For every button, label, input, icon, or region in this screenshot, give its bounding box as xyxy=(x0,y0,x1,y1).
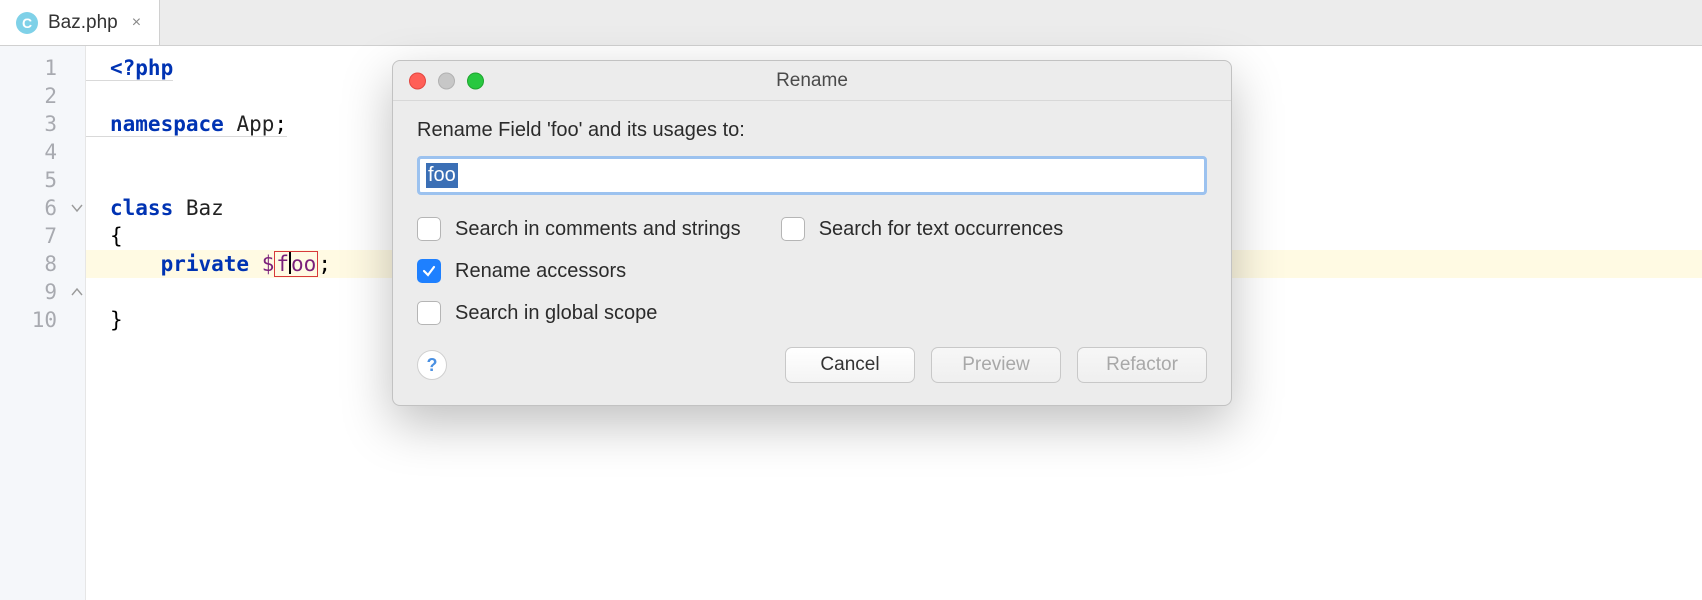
close-tab-icon[interactable]: × xyxy=(128,12,145,34)
cancel-button[interactable]: Cancel xyxy=(785,347,915,383)
check-global-scope[interactable]: Search in global scope xyxy=(417,301,657,325)
file-type-icon: C xyxy=(16,12,38,34)
rename-dialog: Rename Rename Field 'foo' and its usages… xyxy=(392,60,1232,406)
rename-input[interactable]: foo xyxy=(417,156,1207,195)
window-close-icon[interactable] xyxy=(409,72,426,89)
check-rename-accessors[interactable]: Rename accessors xyxy=(417,259,626,283)
checkbox-icon xyxy=(417,301,441,325)
window-minimize-icon xyxy=(438,72,455,89)
dialog-title: Rename xyxy=(393,70,1231,92)
rename-input-selection: foo xyxy=(426,163,458,188)
preview-button[interactable]: Preview xyxy=(931,347,1061,383)
fold-class-icon[interactable] xyxy=(69,200,85,216)
help-button[interactable]: ? xyxy=(417,350,447,380)
rename-target: foo xyxy=(274,251,318,277)
tab-filename: Baz.php xyxy=(48,12,118,34)
refactor-button[interactable]: Refactor xyxy=(1077,347,1207,383)
dialog-titlebar[interactable]: Rename xyxy=(393,61,1231,101)
check-text-occurrences[interactable]: Search for text occurrences xyxy=(781,217,1064,241)
window-zoom-icon[interactable] xyxy=(467,72,484,89)
checkbox-icon xyxy=(417,217,441,241)
tab-bar: C Baz.php × xyxy=(0,0,1702,46)
line-number-gutter: 1 2 3 4 5 6 7 8 9 10 xyxy=(0,46,86,600)
checkbox-icon xyxy=(781,217,805,241)
fold-end-icon[interactable] xyxy=(69,284,85,300)
check-search-comments[interactable]: Search in comments and strings xyxy=(417,217,741,241)
editor-tab[interactable]: C Baz.php × xyxy=(0,0,160,45)
checkbox-checked-icon xyxy=(417,259,441,283)
rename-label: Rename Field 'foo' and its usages to: xyxy=(417,119,1207,142)
